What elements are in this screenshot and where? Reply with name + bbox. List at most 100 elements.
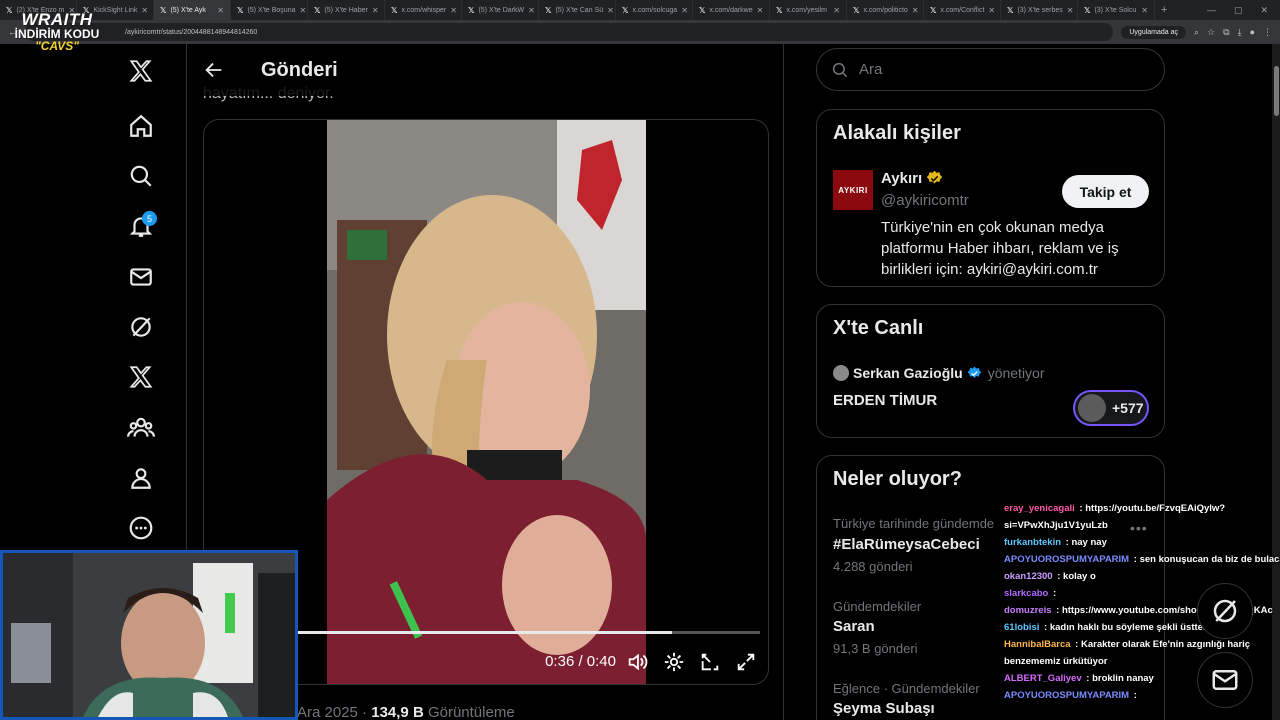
browser-tab[interactable]: 𝕏x.com/yesilm ✕ bbox=[770, 0, 847, 20]
listener-avatar bbox=[1078, 394, 1106, 422]
browser-tab[interactable]: 𝕏 (5) X'te Can Sü ✕ bbox=[539, 0, 616, 20]
video-frame[interactable] bbox=[327, 120, 646, 684]
trend-category: Türkiye tarihinde gündemde bbox=[833, 516, 995, 531]
close-tab-icon[interactable]: ✕ bbox=[988, 6, 995, 15]
browser-tab-label: x.com/whisper bbox=[401, 6, 447, 14]
communities-icon[interactable] bbox=[124, 411, 158, 445]
account-avatar[interactable]: AYKIRI bbox=[833, 170, 873, 210]
messages-fab[interactable] bbox=[1197, 652, 1253, 708]
fullscreen-icon[interactable] bbox=[735, 651, 757, 673]
close-tab-icon[interactable]: ✕ bbox=[912, 6, 919, 15]
messages-envelope-icon[interactable] bbox=[124, 260, 158, 294]
more-options-icon[interactable] bbox=[124, 511, 158, 545]
tab-list: 𝕏 (2) X'te Enzo m ✕ 𝕏 KickSight Link ✕ 𝕏 (5) X'… bbox=[0, 0, 1155, 20]
settings-gear-icon[interactable] bbox=[663, 651, 685, 673]
browser-tab[interactable]: 𝕏x.com/whisper ✕ bbox=[385, 0, 462, 20]
account-handle[interactable]: @aykiricomtr bbox=[881, 192, 969, 209]
chat-username: APOYUOROSPUMYAPARIM bbox=[1004, 690, 1130, 701]
minimize-icon[interactable]: — bbox=[1207, 5, 1216, 16]
profile-person-icon[interactable] bbox=[124, 461, 158, 495]
url-field[interactable]: /aykiricomtr/status/2004488148944814260 bbox=[25, 23, 1114, 41]
browser-tab-strip: 𝕏 (2) X'te Enzo m ✕ 𝕏 KickSight Link ✕ 𝕏 (5) X'… bbox=[0, 0, 1280, 20]
x-premium-icon[interactable] bbox=[124, 360, 158, 394]
extensions-icon[interactable]: ⧉ bbox=[1223, 27, 1229, 38]
browser-tab-label: (5) X'te Ayk bbox=[170, 6, 206, 14]
close-tab-icon[interactable]: ✕ bbox=[372, 6, 379, 15]
browser-tab-label: (5) X'te Haber bbox=[324, 6, 368, 14]
close-tab-icon[interactable]: ✕ bbox=[299, 6, 306, 15]
browser-tab-label: (5) X'te Boşuna bbox=[247, 6, 296, 14]
x-logo-icon[interactable] bbox=[124, 54, 158, 88]
browser-tab[interactable]: 𝕏 (3) X'te Solcu ✕ bbox=[1078, 0, 1155, 20]
scrollbar-thumb[interactable] bbox=[1274, 66, 1279, 116]
close-tab-icon[interactable]: ✕ bbox=[1067, 6, 1074, 15]
bookmark-star-icon[interactable]: ☆ bbox=[1207, 27, 1215, 38]
close-tab-icon[interactable]: ✕ bbox=[1141, 6, 1148, 15]
menu-dots-icon[interactable]: ⋮ bbox=[1263, 27, 1272, 38]
chat-username: APOYUOROSPUMYAPARIM bbox=[1004, 554, 1130, 565]
picture-in-picture-icon[interactable] bbox=[699, 651, 721, 673]
listener-count-pill[interactable]: +577 bbox=[1073, 390, 1149, 426]
search-input[interactable]: Ara bbox=[816, 48, 1165, 91]
notifications-bell-icon[interactable]: 5 bbox=[124, 209, 158, 243]
url-text: /aykiricomtr/status/2004488148944814260 bbox=[125, 28, 258, 36]
close-window-icon[interactable]: ✕ bbox=[1260, 5, 1268, 16]
video-progress-bar[interactable] bbox=[296, 631, 760, 634]
trend-name[interactable]: Şeyma Subaşı bbox=[833, 700, 935, 717]
browser-tab[interactable]: 𝕏 (5) X'te DarkW ✕ bbox=[462, 0, 539, 20]
back-arrow-icon[interactable] bbox=[203, 59, 225, 81]
trend-name[interactable]: Saran bbox=[833, 618, 875, 635]
grok-icon[interactable] bbox=[124, 310, 158, 344]
browser-tab[interactable]: 𝕏x.com/darkwe ✕ bbox=[693, 0, 770, 20]
chat-username: slarkcabo bbox=[1004, 588, 1049, 599]
open-in-app-button[interactable]: Uygulamada aç bbox=[1121, 25, 1187, 39]
profile-icon[interactable]: ● bbox=[1250, 27, 1255, 37]
browser-tab[interactable]: 𝕏 (5) X'te Ayk ✕ bbox=[154, 0, 231, 20]
chat-message: furkanbtekin : nay nay bbox=[1004, 534, 1280, 551]
trend-category: Gündemdekiler bbox=[833, 599, 922, 614]
zoom-icon[interactable]: ⌕ bbox=[1194, 27, 1199, 38]
maximize-icon[interactable]: ▢ bbox=[1234, 5, 1243, 16]
follow-button[interactable]: Takip et bbox=[1062, 175, 1149, 208]
close-tab-icon[interactable]: ✕ bbox=[833, 6, 840, 15]
account-bio: Türkiye'nin en çok okunan medya platform… bbox=[881, 219, 1119, 278]
home-icon[interactable] bbox=[124, 109, 158, 143]
x-favicon-icon: 𝕏 bbox=[699, 5, 706, 15]
trend-name[interactable]: #ElaRümeysaCebeci bbox=[833, 536, 980, 553]
new-tab-icon[interactable]: + bbox=[1161, 4, 1167, 16]
close-tab-icon[interactable]: ✕ bbox=[217, 6, 224, 15]
browser-tab-label: x.com/Conflict bbox=[940, 6, 985, 14]
close-tab-icon[interactable]: ✕ bbox=[607, 6, 614, 15]
close-tab-icon[interactable]: ✕ bbox=[528, 6, 535, 15]
chat-separator: : bbox=[1131, 554, 1140, 565]
webcam-overlay bbox=[0, 550, 298, 720]
browser-tab[interactable]: 𝕏x.com/politicto ✕ bbox=[847, 0, 924, 20]
browser-tab[interactable]: 𝕏 (3) X'te serbes ✕ bbox=[1001, 0, 1078, 20]
download-icon[interactable]: ⤓ bbox=[1238, 27, 1242, 38]
volume-icon[interactable] bbox=[626, 651, 648, 673]
chat-message: APOYUOROSPUMYAPARIM : sen konuşucan da b… bbox=[1004, 551, 1280, 568]
messages-envelope-icon bbox=[1212, 670, 1238, 690]
browser-tab[interactable]: 𝕏 (5) X'te Haber ✕ bbox=[308, 0, 385, 20]
chat-username: okan12300 bbox=[1004, 571, 1053, 582]
verified-gold-badge-icon bbox=[926, 170, 943, 184]
close-tab-icon[interactable]: ✕ bbox=[450, 6, 457, 15]
trend-category: Eğlence · Gündemdekiler bbox=[833, 681, 980, 696]
close-tab-icon[interactable]: ✕ bbox=[681, 6, 688, 15]
live-spaces-card[interactable]: X'te Canlı Serkan Gazioğlu yönetiyor ERD… bbox=[816, 304, 1165, 438]
close-tab-icon[interactable]: ✕ bbox=[757, 6, 764, 15]
grok-fab[interactable] bbox=[1197, 583, 1253, 639]
browser-tab[interactable]: 𝕏 (5) X'te Boşuna ✕ bbox=[231, 0, 308, 20]
browser-tab[interactable]: 𝕏x.com/solcuga ✕ bbox=[616, 0, 693, 20]
chat-separator: : bbox=[1083, 673, 1093, 684]
chat-username: eray_yenicagali bbox=[1004, 503, 1075, 514]
account-name[interactable]: Aykırı bbox=[881, 170, 943, 187]
x-favicon-icon: 𝕏 bbox=[314, 5, 321, 15]
chat-separator: : bbox=[1076, 503, 1086, 514]
trend-count: 4.288 gönderi bbox=[833, 559, 913, 574]
chat-username: ALBERT_Galiyev bbox=[1004, 673, 1082, 684]
post-stats: Ara 2025 · 134,9 B Görüntüleme bbox=[297, 704, 515, 720]
close-tab-icon[interactable]: ✕ bbox=[141, 6, 148, 15]
browser-tab[interactable]: 𝕏x.com/Conflict ✕ bbox=[924, 0, 1001, 20]
search-icon[interactable] bbox=[124, 159, 158, 193]
